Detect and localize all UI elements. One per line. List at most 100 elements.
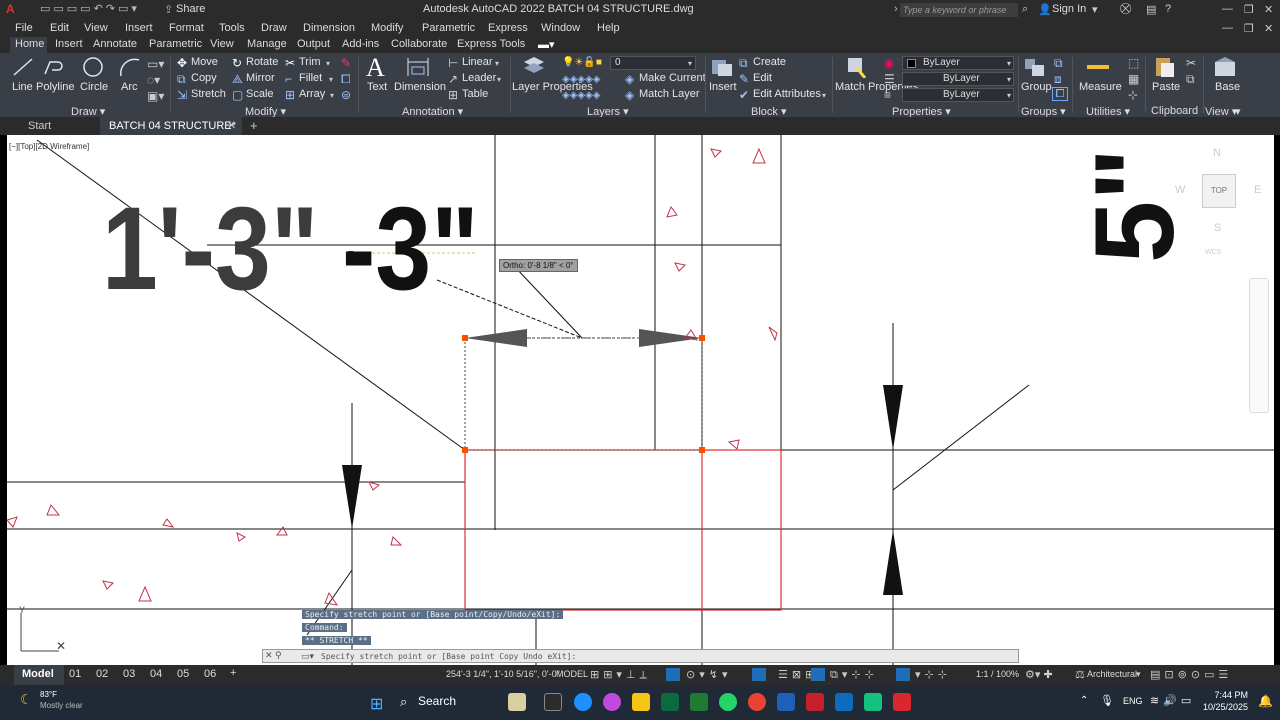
ribbon-toggle-icon[interactable]: ▬▾	[538, 38, 555, 51]
doc-minimize-icon[interactable]: —	[1222, 22, 1233, 34]
menu-window[interactable]: Window	[541, 22, 580, 34]
weather-description[interactable]: Mostly clear	[40, 701, 83, 710]
annotation-toggle-icons[interactable]: ⧉▾⊹⊹	[830, 668, 878, 682]
model-tab[interactable]: Model	[22, 668, 54, 680]
table-button[interactable]: Table	[462, 88, 488, 100]
settings-icon[interactable]: ⚙▾ ✚	[1025, 668, 1053, 681]
lineweight-dropdown-icon[interactable]: ▾	[1007, 91, 1011, 100]
modify-group-label[interactable]: Modify ▾	[245, 105, 286, 117]
tab-insert[interactable]: Insert	[55, 38, 83, 50]
arc-button[interactable]: Arc	[121, 81, 138, 93]
recorder-icon[interactable]	[893, 693, 911, 711]
chrome-icon[interactable]	[748, 693, 766, 711]
base-view-icon[interactable]	[1213, 56, 1237, 78]
tab-collaborate[interactable]: Collaborate	[391, 38, 447, 50]
array-button[interactable]: Array	[299, 88, 325, 100]
ribbon-more-icon[interactable]: ▾	[1235, 105, 1241, 117]
annotation-monitor-icon[interactable]	[896, 668, 910, 681]
tab-parametric[interactable]: Parametric	[149, 38, 202, 50]
viewcube-top[interactable]: TOP	[1202, 174, 1236, 208]
color-dropdown[interactable]: ByLayer	[902, 56, 1014, 70]
menu-parametric[interactable]: Parametric	[422, 22, 475, 34]
linear-dropdown-icon[interactable]: ▾	[495, 59, 499, 68]
utilities-group-label[interactable]: Utilities ▾	[1086, 105, 1130, 117]
weather-icon[interactable]: ☾	[20, 691, 33, 708]
group-select-icon[interactable]: ⧠	[1052, 87, 1068, 101]
clock-time[interactable]: 7:44 PM	[1203, 690, 1248, 700]
mirror-button[interactable]: Mirror	[246, 72, 275, 84]
close-icon[interactable]: ✕	[1264, 3, 1273, 16]
minimize-icon[interactable]: —	[1222, 3, 1233, 15]
menu-dimension[interactable]: Dimension	[303, 22, 355, 34]
edit-attributes-button[interactable]: Edit Attributes	[753, 88, 821, 100]
selection-cycling-icon[interactable]	[811, 668, 825, 681]
fillet-button[interactable]: Fillet	[299, 72, 322, 84]
explode-icon[interactable]: ⧠	[341, 73, 351, 85]
dropdown-icon[interactable]: ▾	[1092, 3, 1098, 16]
edit-attributes-dropdown-icon[interactable]: ▾	[822, 91, 826, 100]
linetype-dropdown[interactable]: ByLayer	[902, 72, 1014, 86]
offset-icon[interactable]: ⊜	[341, 89, 351, 101]
model-space-button[interactable]: MODEL	[556, 669, 588, 679]
leader-dropdown-icon[interactable]: ▾	[497, 75, 501, 84]
search-input[interactable]: Type a keyword or phrase	[900, 3, 1018, 17]
tab-add-ins[interactable]: Add-ins	[342, 38, 379, 50]
notification-bell-icon[interactable]: 🔔	[1258, 694, 1273, 708]
menu-format[interactable]: Format	[169, 22, 204, 34]
task-view-icon[interactable]	[544, 693, 562, 711]
text-button[interactable]: Text	[367, 81, 387, 93]
viewport-label[interactable]: [−][Top][2D Wireframe]	[9, 142, 89, 151]
block-group-label[interactable]: Block ▾	[751, 105, 786, 117]
group-icon[interactable]	[1023, 56, 1047, 78]
dynamic-input-icon[interactable]	[752, 668, 766, 681]
groups-group-label[interactable]: Groups ▾	[1021, 105, 1066, 117]
clock-date[interactable]: 10/25/2025	[1196, 702, 1248, 712]
add-layout-icon[interactable]: +	[230, 667, 236, 679]
cart-icon[interactable]: ⛒	[1120, 3, 1131, 16]
lineweight-dropdown[interactable]: ByLayer	[902, 88, 1014, 102]
match-properties-icon[interactable]	[845, 56, 869, 78]
copilot-icon[interactable]	[603, 693, 621, 711]
layout-tab-06[interactable]: 06	[204, 668, 216, 680]
copy-clip-icon[interactable]: ⧉	[1186, 73, 1195, 85]
rotate-button[interactable]: Rotate	[246, 56, 278, 68]
edge-icon[interactable]	[574, 693, 592, 711]
microphone-icon[interactable]: 🎙	[1100, 694, 1114, 707]
fillet-dropdown-icon[interactable]: ▾	[329, 75, 333, 84]
annotation-scale-icons[interactable]: ▾⊹⊹	[915, 668, 951, 681]
viewcube-s[interactable]: S	[1214, 222, 1221, 234]
linetype-dropdown-icon[interactable]: ▾	[1007, 75, 1011, 84]
color-dropdown-icon[interactable]: ▾	[1007, 59, 1011, 68]
tab-annotate[interactable]: Annotate	[93, 38, 137, 50]
layer-properties-button[interactable]: Layer Properties	[512, 81, 593, 93]
menu-modify[interactable]: Modify	[371, 22, 403, 34]
menu-help[interactable]: Help	[597, 22, 620, 34]
active-document-tab[interactable]: BATCH 04 STRUCTURE*	[109, 120, 236, 132]
tab-home[interactable]: Home	[15, 38, 44, 50]
move-button[interactable]: Move	[191, 56, 218, 68]
viewcube-wcs[interactable]: WCS	[1205, 249, 1221, 256]
draw-group-label[interactable]: Draw ▾	[71, 105, 105, 117]
id-point-icon[interactable]: ⊹	[1128, 89, 1138, 101]
system-tray-icons[interactable]: ≋🔊▭	[1150, 694, 1195, 707]
autocad-logo-icon[interactable]: A	[6, 2, 15, 16]
match-properties-button[interactable]: Match Properties	[835, 81, 918, 93]
autocad-taskbar-icon[interactable]	[806, 693, 824, 711]
copy-button[interactable]: Copy	[191, 72, 217, 84]
calculator-icon[interactable]: ▦	[1128, 73, 1139, 85]
help-icon[interactable]: ?	[1165, 3, 1171, 15]
layer-dropdown[interactable]: 0	[610, 56, 696, 70]
scale-dropdown[interactable]: 1:1 / 100%	[976, 669, 1019, 679]
exchange-icon[interactable]: ▤	[1146, 3, 1156, 16]
layout-tab-05[interactable]: 05	[177, 668, 189, 680]
sign-in-button[interactable]: Sign In	[1052, 3, 1086, 15]
leader-button[interactable]: Leader	[462, 72, 496, 84]
dimension-icon[interactable]	[406, 56, 430, 78]
menu-draw[interactable]: Draw	[261, 22, 287, 34]
insert-block-button[interactable]: Insert	[709, 81, 737, 93]
language-indicator[interactable]: ENG	[1123, 696, 1143, 706]
layout-tab-04[interactable]: 04	[150, 668, 162, 680]
viewcube-n[interactable]: N	[1213, 147, 1221, 159]
layers-group-label[interactable]: Layers ▾	[587, 105, 629, 117]
cut-icon[interactable]: ✂	[1186, 57, 1196, 69]
